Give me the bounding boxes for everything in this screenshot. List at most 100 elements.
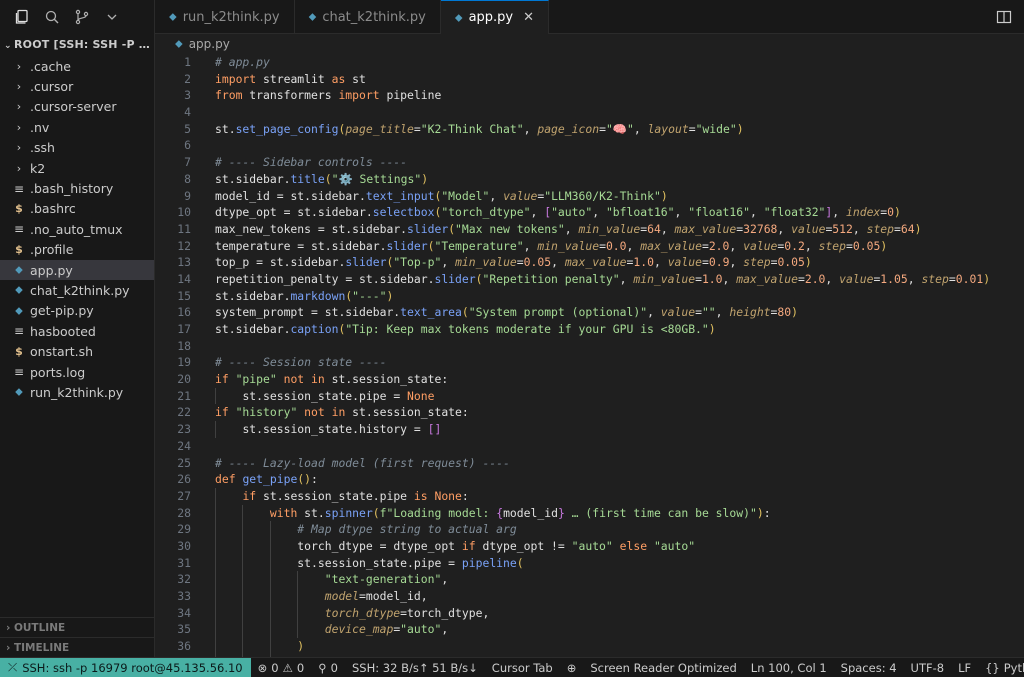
file-tree-item[interactable]: $ .bashrc [0,199,154,219]
code-token: model_id [215,188,277,203]
code-line: 11 max_new_tokens = st.sidebar.slider("Ma… [155,221,1024,238]
timeline-section[interactable]: › TIMELINE [0,637,154,657]
status-bar: ⤫ SSH: ssh -p 16979 root@45.135.56.10 ⊗ 0 ⚠… [0,657,1024,677]
code-line: 15 st.sidebar.markdown("---") [155,288,1024,305]
code-token: max_new_tokens [215,221,318,236]
split-editor-icon[interactable] [996,9,1012,25]
code-token: st.session_state.pipe [263,488,414,503]
code-token: pipeline [461,555,517,570]
code-token: page_icon [537,121,600,136]
tab-chat-k2think[interactable]: ⬥ chat_k2think.py [295,0,441,34]
line-number: 1 [184,55,191,69]
file-tree-item[interactable]: › .cursor [0,76,154,96]
source-control-icon[interactable] [74,9,90,25]
code-token: , [729,255,744,270]
code-token: text_input [365,188,435,203]
code-token: # app.py [215,55,270,69]
code-token: 0.2 [784,238,805,253]
code-token: , [715,305,730,320]
code-token: set_page_config [235,121,339,136]
code-text: ) [191,638,304,655]
file-tree-item[interactable]: $ onstart.sh [0,341,154,361]
tab-run-k2think[interactable]: ⬥ run_k2think.py [155,0,295,34]
text-file-icon: ≡ [13,324,25,339]
code-token: , [551,255,565,270]
file-tree-item[interactable]: › .nv [0,117,154,137]
code-text: with st.spinner(f"Loading model: {model_… [191,504,771,522]
code-token: "float16" [688,205,750,220]
line-number: 7 [184,155,191,170]
close-icon[interactable]: ✕ [523,10,534,25]
code-token: st [352,71,366,86]
ssh-rate-label: SSH: 32 B/s↑ 51 B/s↓ [352,660,478,675]
file-tree-item-label: .no_auto_tmux [30,221,123,237]
shell-file-icon: $ [15,345,23,359]
cursor-tab-indicator[interactable]: Cursor Tab [485,661,560,675]
file-tree-item[interactable]: ⬥ get-pip.py [0,301,154,321]
code-token: st.sidebar. [269,255,346,270]
code-token: 64 [900,221,915,236]
line-number: 36 [177,639,191,654]
file-tree-item-label: .bash_history [30,181,114,197]
zoom-icon[interactable]: ⊕ [560,661,584,675]
code-token: if [461,538,483,553]
file-tree-item[interactable]: › .ssh [0,138,154,158]
encoding-indicator[interactable]: UTF-8 [904,661,952,675]
code-token: () [297,472,312,487]
code-token: = [276,188,291,203]
code-token: value [791,221,826,236]
code-line: 4 [155,104,1024,121]
ports-indicator[interactable]: ⚲ 0 [311,661,345,675]
code-token: 32768 [743,221,778,236]
file-tree-item[interactable]: › k2 [0,158,154,178]
cursor-position[interactable]: Ln 100, Col 1 [744,661,834,675]
code-token: 2.0 [708,238,730,253]
code-token: # Map dtype string to actual arg [297,522,517,537]
files-icon[interactable] [14,9,30,25]
file-tree-item[interactable]: ≡ hasbooted [0,321,154,341]
file-tree-item[interactable]: ⬥ run_k2think.py [0,382,154,402]
file-tree-item[interactable]: ⬥ chat_k2think.py [0,280,154,300]
code-token: 0.05 [523,255,552,270]
screen-reader-indicator[interactable]: Screen Reader Optimized [583,661,743,675]
language-indicator[interactable]: {}Python [978,661,1024,675]
outline-section[interactable]: › OUTLINE [0,617,154,637]
code-line: 2 import streamlit as st [155,71,1024,88]
tab-app[interactable]: ⬥ app.py ✕ [440,0,550,34]
code-token: None [407,388,435,403]
code-token: st.sidebar. [215,288,291,303]
eol-indicator[interactable]: LF [951,661,978,675]
indentation-indicator[interactable]: Spaces: 4 [834,661,904,675]
code-token: 0.05 [852,238,881,253]
text-file-icon: ≡ [13,181,25,196]
remote-indicator[interactable]: ⤫ SSH: ssh -p 16979 root@45.135.56.10 [0,657,251,677]
code-token: st.session_state.history [242,422,414,437]
code-token: ) [791,305,798,320]
file-tree-item-label: run_k2think.py [30,384,124,400]
code-token: = [393,388,408,403]
code-text: st.session_state.history = [] [191,421,441,438]
file-tree-item[interactable]: $ .profile [0,240,154,260]
code-token: "torch_dtype" [441,205,531,220]
code-text: st.sidebar.markdown("---") [191,288,393,305]
file-tree-item-label: k2 [30,160,46,176]
search-icon[interactable] [44,9,60,25]
file-tree-item[interactable]: › .cursor-server [0,97,154,117]
breadcrumb[interactable]: ⬥ app.py [155,34,1024,54]
code-token: "wide" [695,121,737,136]
file-tree-item[interactable]: ≡ ports.log [0,362,154,382]
explorer-root-header[interactable]: ⌄ROOT [SSH: SSH -P 169... [0,34,154,56]
code-token: 1.05 [880,271,908,286]
file-tree-item[interactable]: ⬥ app.py [0,259,154,281]
chevron-down-icon[interactable] [104,9,120,25]
file-tree-item[interactable]: ≡ .no_auto_tmux [0,219,154,239]
text-file-icon: ≡ [13,222,25,237]
code-text: st.session_state.pipe = None [191,387,435,405]
file-tree-item[interactable]: ≡ .bash_history [0,178,154,198]
problems-indicator[interactable]: ⊗ 0 ⚠ 0 [251,661,312,675]
code-text: # ---- Session state ---- [191,354,386,371]
file-tree-item[interactable]: › .cache [0,56,154,76]
code-editor[interactable]: 1 # app.py 2 import streamlit as st 3 from tr… [155,54,1024,672]
code-token: ) [804,255,812,270]
code-token: height [729,305,771,320]
